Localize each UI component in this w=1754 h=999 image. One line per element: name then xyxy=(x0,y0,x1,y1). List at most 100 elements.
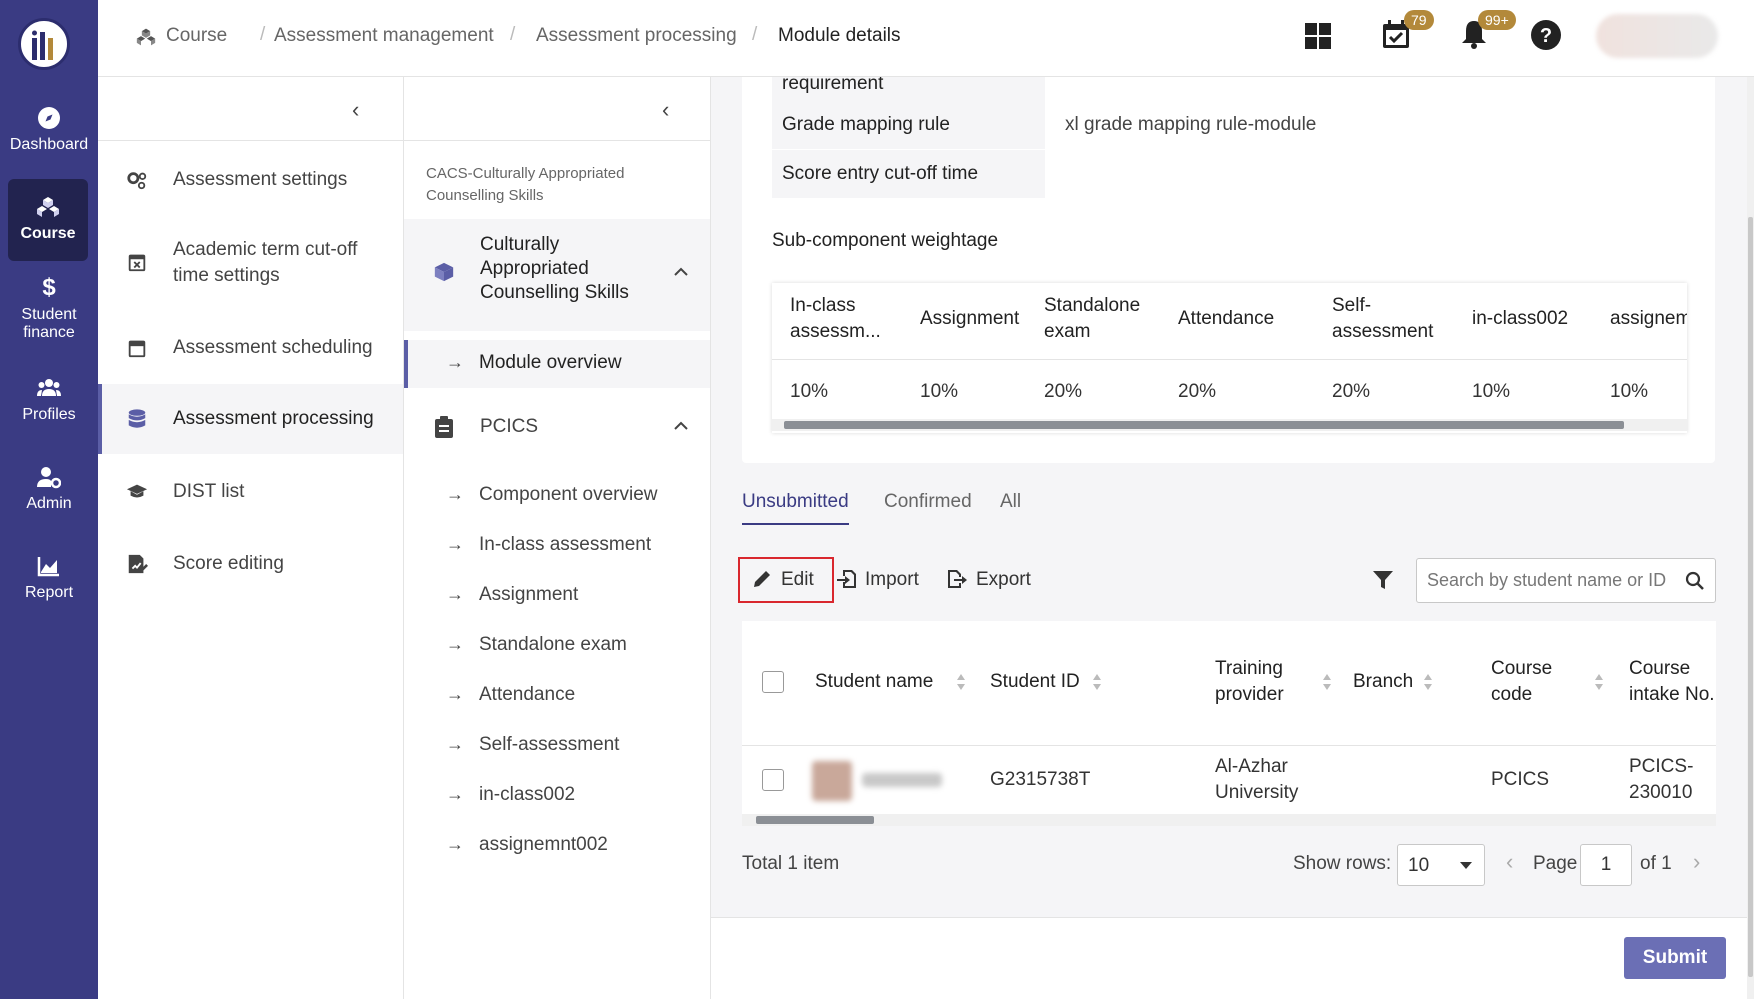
arrow-right-icon: → xyxy=(446,734,464,754)
breadcrumb-assessment-processing[interactable]: Assessment processing xyxy=(536,24,737,48)
module-item-assignemnt002[interactable]: → assignemnt002 xyxy=(404,822,710,870)
nav-item-dashboard[interactable]: Dashboard xyxy=(0,106,98,154)
weight-header: in-class002 xyxy=(1472,308,1569,329)
search-icon[interactable] xyxy=(1685,571,1705,591)
user-gear-icon xyxy=(37,467,61,489)
collapse-module-menu-icon[interactable]: ‹ xyxy=(662,97,669,123)
cubes-icon xyxy=(136,28,156,46)
nav-item-profiles[interactable]: Profiles xyxy=(0,376,98,424)
column-header-course-intake[interactable]: Course intake No. xyxy=(1629,656,1716,708)
weight-header: In-class assessm... xyxy=(790,295,881,342)
nav-item-admin[interactable]: Admin xyxy=(0,465,98,513)
module-group-pcics[interactable]: PCICS xyxy=(404,405,710,451)
grade-mapping-value: xl grade mapping rule-module xyxy=(1065,114,1317,135)
menu-item-assessment-processing[interactable]: Assessment processing xyxy=(98,384,403,454)
module-item-assignment[interactable]: → Assignment xyxy=(404,572,710,620)
divider xyxy=(772,359,1687,360)
module-group-cacs[interactable]: Culturally Appropriated Counselling Skil… xyxy=(404,219,710,331)
nav-item-course[interactable]: Course xyxy=(8,179,88,261)
module-item-attendance[interactable]: → Attendance xyxy=(404,672,710,720)
sort-icon[interactable] xyxy=(956,673,966,691)
tab-all[interactable]: All xyxy=(1000,491,1021,523)
column-header-training-provider[interactable]: Training provider xyxy=(1215,656,1305,708)
chevron-up-icon[interactable] xyxy=(674,421,688,431)
weight-header: Attendance xyxy=(1178,308,1275,329)
calendar-icon xyxy=(128,340,146,358)
select-all-checkbox[interactable] xyxy=(762,671,784,693)
rows-per-page-select[interactable]: 10 xyxy=(1397,844,1485,886)
export-icon xyxy=(948,570,967,588)
cube-icon xyxy=(434,262,454,282)
tasks-badge: 79 xyxy=(1404,10,1434,30)
sort-icon[interactable] xyxy=(1594,673,1604,691)
module-item-component-overview[interactable]: → Component overview xyxy=(404,472,710,520)
page-scrollbar[interactable] xyxy=(1747,77,1754,999)
menu-item-dist-list[interactable]: DIST list xyxy=(98,479,403,519)
course-intake-cell: PCICS-230010 xyxy=(1629,756,1694,803)
filter-icon[interactable] xyxy=(1372,569,1394,591)
nav-label: Report xyxy=(24,584,74,601)
weight-value: 10% xyxy=(1610,381,1649,402)
divider xyxy=(98,140,403,141)
weightage-scrollbar[interactable] xyxy=(772,419,1687,431)
weight-value: 10% xyxy=(920,381,959,402)
users-icon xyxy=(37,379,61,396)
module-item-label: In-class assessment xyxy=(479,534,652,555)
export-button[interactable]: Export xyxy=(976,569,1031,591)
course-code-cell: PCICS xyxy=(1491,769,1550,790)
weight-value: 20% xyxy=(1044,381,1083,402)
nav-item-student-finance[interactable]: $ Student finance xyxy=(0,276,98,342)
logo[interactable] xyxy=(18,18,70,70)
column-header-student-id[interactable]: Student ID xyxy=(990,669,1080,695)
prev-page-icon[interactable]: ‹ xyxy=(1506,849,1513,875)
nav-label: Admin xyxy=(26,495,72,512)
collapse-menu-icon[interactable]: ‹ xyxy=(352,97,359,123)
module-item-self-assessment[interactable]: → Self-assessment xyxy=(404,722,710,770)
menu-item-score-editing[interactable]: Score editing xyxy=(98,551,403,591)
weight-value: 20% xyxy=(1332,381,1371,402)
chevron-up-icon[interactable] xyxy=(674,267,688,277)
students-scrollbar[interactable] xyxy=(742,814,1716,826)
weight-value: 20% xyxy=(1178,381,1217,402)
module-item-standalone-exam[interactable]: → Standalone exam xyxy=(404,622,710,670)
module-item-in-class-assessment[interactable]: → In-class assessment xyxy=(404,522,710,570)
gears-icon xyxy=(127,172,147,190)
help-icon[interactable]: ? xyxy=(1530,19,1562,51)
training-provider-cell: Al-Azhar University xyxy=(1215,756,1299,803)
edit-button[interactable]: Edit xyxy=(781,569,814,591)
module-item-in-class002[interactable]: → in-class002 xyxy=(404,772,710,820)
menu-item-label: Assessment settings xyxy=(173,169,348,190)
menu-item-assessment-scheduling[interactable]: Assessment scheduling xyxy=(98,335,403,375)
apps-grid-icon[interactable] xyxy=(1302,20,1334,52)
column-header-student-name[interactable]: Student name xyxy=(815,669,933,695)
assessment-menu: ‹ Assessment settings Academic term cut-… xyxy=(98,77,404,999)
graduation-cap-icon xyxy=(126,484,148,498)
student-name-redacted xyxy=(862,773,942,787)
tab-confirmed[interactable]: Confirmed xyxy=(884,491,972,523)
column-header-course-code[interactable]: Course code xyxy=(1491,656,1561,708)
menu-item-assessment-settings[interactable]: Assessment settings xyxy=(98,167,403,217)
breadcrumb-assessment-management[interactable]: Assessment management xyxy=(274,24,494,48)
weight-header: Self-assessment xyxy=(1332,295,1434,342)
nav-label: Profiles xyxy=(22,406,76,423)
page-input[interactable]: 1 xyxy=(1580,844,1632,886)
menu-item-label: DIST list xyxy=(173,481,245,502)
next-page-icon[interactable]: › xyxy=(1693,849,1700,875)
breadcrumb-course[interactable]: Course xyxy=(166,24,227,48)
module-item-module-overview[interactable]: → Module overview xyxy=(404,340,710,388)
row-checkbox[interactable] xyxy=(762,769,784,791)
tab-unsubmitted[interactable]: Unsubmitted xyxy=(742,491,849,525)
menu-item-academic-term-cutoff[interactable]: Academic term cut-off time settings xyxy=(98,237,403,297)
column-header-branch[interactable]: Branch xyxy=(1353,669,1413,695)
user-avatar[interactable] xyxy=(1596,14,1718,58)
weightage-table: In-class assessm... Assignment Standalon… xyxy=(772,283,1687,433)
sort-icon[interactable] xyxy=(1423,673,1433,691)
sort-icon[interactable] xyxy=(1322,673,1332,691)
sort-icon[interactable] xyxy=(1092,673,1102,691)
import-button[interactable]: Import xyxy=(865,569,919,591)
submit-button[interactable]: Submit xyxy=(1624,937,1726,979)
search-input[interactable]: Search by student name or ID xyxy=(1416,558,1716,603)
module-item-label: Module overview xyxy=(479,352,622,373)
total-items: Total 1 item xyxy=(742,853,840,874)
nav-item-report[interactable]: Report xyxy=(0,554,98,602)
